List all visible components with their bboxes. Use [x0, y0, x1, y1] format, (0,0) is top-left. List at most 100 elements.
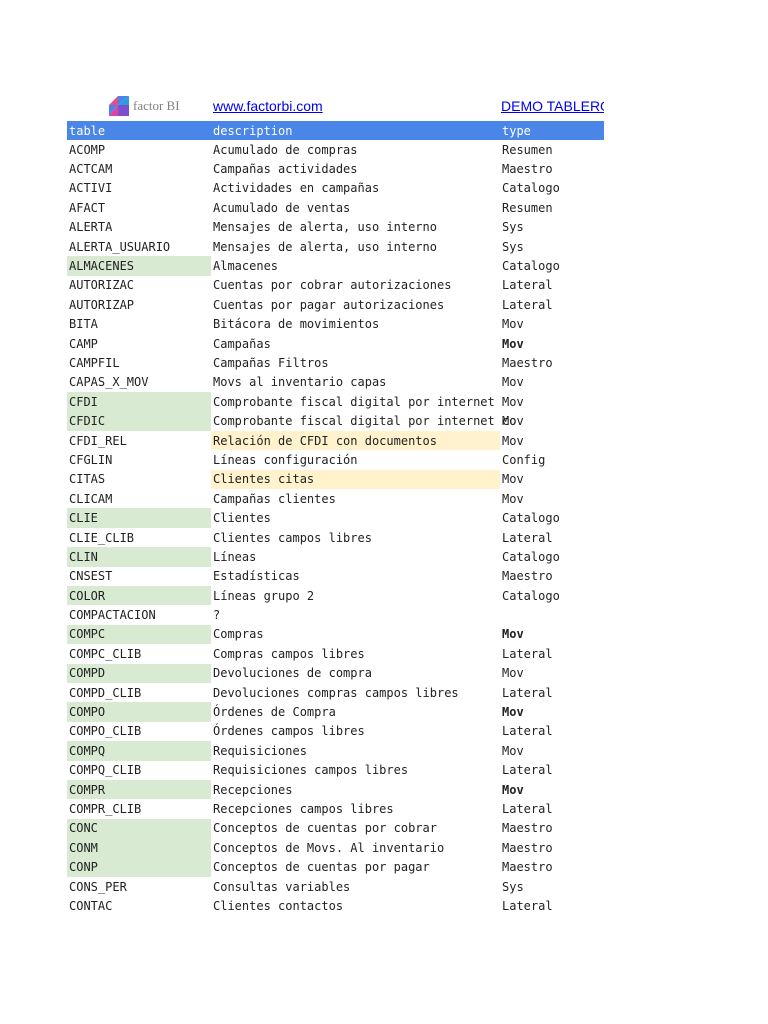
cell-description[interactable]: Actividades en campañas [211, 179, 500, 198]
cell-type[interactable]: Mov [500, 625, 604, 644]
cell-description[interactable]: Devoluciones de compra [211, 664, 500, 683]
cell-description[interactable]: Relación de CFDI con documentos [211, 430, 500, 451]
cell-table-name[interactable]: COMPD_CLIB [67, 683, 211, 702]
cell-table-name[interactable]: CAMPFIL [67, 353, 211, 372]
cell-description[interactable]: Consultas variables [211, 877, 500, 896]
cell-description[interactable]: Conceptos de cuentas por cobrar [211, 819, 500, 838]
demo-link[interactable]: DEMO TABLERO [501, 98, 604, 114]
cell-description[interactable]: Comprobante fiscal digital por internet [211, 392, 500, 411]
cell-table-name[interactable]: COMPR [67, 779, 211, 800]
cell-description[interactable]: Campañas Filtros [211, 353, 500, 372]
cell-type[interactable]: Lateral [500, 896, 604, 915]
cell-table-name[interactable]: COLOR [67, 585, 211, 606]
cell-type[interactable]: Mov [500, 315, 604, 334]
cell-description[interactable]: Conceptos de Movs. Al inventario [211, 838, 500, 857]
cell-description[interactable]: Campañas actividades [211, 159, 500, 178]
cell-type[interactable]: Catalogo [500, 508, 604, 527]
cell-table-name[interactable]: COMPO [67, 702, 211, 722]
cell-type[interactable]: Lateral [500, 528, 604, 547]
cell-table-name[interactable]: CONM [67, 838, 211, 858]
column-header-description[interactable]: description [211, 121, 500, 140]
cell-type[interactable]: Mov [500, 664, 604, 683]
cell-table-name[interactable]: ALMACENES [67, 256, 211, 276]
cell-description[interactable]: Clientes [211, 508, 500, 527]
cell-type[interactable]: Config [500, 450, 604, 469]
cell-description[interactable]: Requisiciones campos libres [211, 761, 500, 780]
cell-type[interactable]: Mov [500, 741, 604, 760]
cell-description[interactable]: Campañas clientes [211, 489, 500, 508]
cell-table-name[interactable]: CLIE [67, 508, 211, 528]
cell-type[interactable]: Sys [500, 218, 604, 237]
cell-table-name[interactable]: AUTORIZAC [67, 276, 211, 295]
cell-type[interactable]: Lateral [500, 295, 604, 314]
cell-type[interactable]: Maestro [500, 857, 604, 876]
cell-description[interactable]: Campañas [211, 334, 500, 353]
cell-type[interactable]: Mov [500, 334, 604, 353]
cell-table-name[interactable]: CONC [67, 818, 211, 839]
cell-description[interactable]: Órdenes campos libres [211, 722, 500, 741]
cell-description[interactable]: Almacenes [211, 256, 500, 275]
cell-table-name[interactable]: ACOMP [67, 140, 211, 159]
cell-description[interactable]: Devoluciones compras campos libres [211, 683, 500, 702]
cell-description[interactable]: Recepciones [211, 780, 500, 799]
cell-description[interactable]: Líneas [211, 547, 500, 566]
cell-description[interactable]: Clientes citas [211, 469, 500, 490]
cell-description[interactable]: Requisiciones [211, 741, 500, 760]
cell-type[interactable]: Maestro [500, 567, 604, 586]
cell-table-name[interactable]: COMPQ_CLIB [67, 761, 211, 780]
cell-table-name[interactable]: ACTCAM [67, 159, 211, 178]
cell-description[interactable]: Mensajes de alerta, uso interno [211, 218, 500, 237]
cell-description[interactable]: Acumulado de ventas [211, 198, 500, 217]
cell-table-name[interactable]: ACTIVI [67, 179, 211, 198]
cell-table-name[interactable]: CAPAS_X_MOV [67, 373, 211, 392]
cell-description[interactable]: Mensajes de alerta, uso interno [211, 237, 500, 256]
cell-type[interactable]: Mov [500, 470, 604, 489]
cell-table-name[interactable]: COMPC [67, 624, 211, 645]
cell-table-name[interactable]: AFACT [67, 198, 211, 217]
cell-description[interactable]: Órdenes de Compra [211, 702, 500, 721]
cell-description[interactable]: ? [211, 605, 500, 624]
cell-table-name[interactable]: CFGLIN [67, 450, 211, 469]
cell-type[interactable]: Mov [500, 431, 604, 450]
cell-type[interactable]: Catalogo [500, 256, 604, 275]
cell-description[interactable]: Líneas configuración [211, 450, 500, 469]
cell-type[interactable]: Mov [500, 489, 604, 508]
cell-type[interactable]: Mov [500, 373, 604, 392]
cell-table-name[interactable]: CONTAC [67, 896, 211, 915]
cell-type[interactable]: Lateral [500, 761, 604, 780]
cell-table-name[interactable]: CFDI [67, 392, 211, 412]
cell-description[interactable]: Líneas grupo 2 [211, 586, 500, 605]
cell-description[interactable]: Clientes contactos [211, 896, 500, 915]
cell-description[interactable]: Conceptos de cuentas por pagar [211, 857, 500, 876]
cell-description[interactable]: Compras campos libres [211, 644, 500, 663]
cell-type[interactable]: Maestro [500, 819, 604, 838]
cell-type[interactable]: Lateral [500, 276, 604, 295]
cell-type[interactable]: Resumen [500, 198, 604, 217]
site-link[interactable]: www.factorbi.com [213, 98, 323, 114]
cell-description[interactable]: Cuentas por pagar autorizaciones [211, 295, 500, 314]
cell-description[interactable]: Acumulado de compras [211, 140, 500, 159]
cell-description[interactable]: Clientes campos libres [211, 528, 500, 547]
cell-type[interactable]: Maestro [500, 353, 604, 372]
cell-table-name[interactable]: CONS_PER [67, 877, 211, 896]
cell-table-name[interactable]: CLIE_CLIB [67, 528, 211, 547]
cell-type[interactable]: Sys [500, 237, 604, 256]
cell-type[interactable] [500, 605, 604, 624]
cell-type[interactable]: Lateral [500, 722, 604, 741]
cell-type[interactable]: Mov [500, 392, 604, 411]
cell-description[interactable]: Movs al inventario capas [211, 373, 500, 392]
cell-table-name[interactable]: CLICAM [67, 489, 211, 508]
cell-table-name[interactable]: ALERTA [67, 218, 211, 237]
cell-table-name[interactable]: AUTORIZAP [67, 295, 211, 314]
cell-table-name[interactable]: COMPC_CLIB [67, 644, 211, 663]
cell-table-name[interactable]: COMPACTACION [67, 605, 211, 624]
cell-description[interactable]: Estadísticas [211, 567, 500, 586]
cell-table-name[interactable]: COMPO_CLIB [67, 722, 211, 741]
cell-description[interactable]: Cuentas por cobrar autorizaciones [211, 276, 500, 295]
cell-type[interactable]: Resumen [500, 140, 604, 159]
cell-description[interactable]: Recepciones campos libres [211, 799, 500, 818]
cell-table-name[interactable]: CFDI_REL [67, 431, 211, 450]
cell-table-name[interactable]: ALERTA_USUARIO [67, 237, 211, 256]
cell-description[interactable]: Compras [211, 625, 500, 644]
cell-type[interactable]: Catalogo [500, 179, 604, 198]
